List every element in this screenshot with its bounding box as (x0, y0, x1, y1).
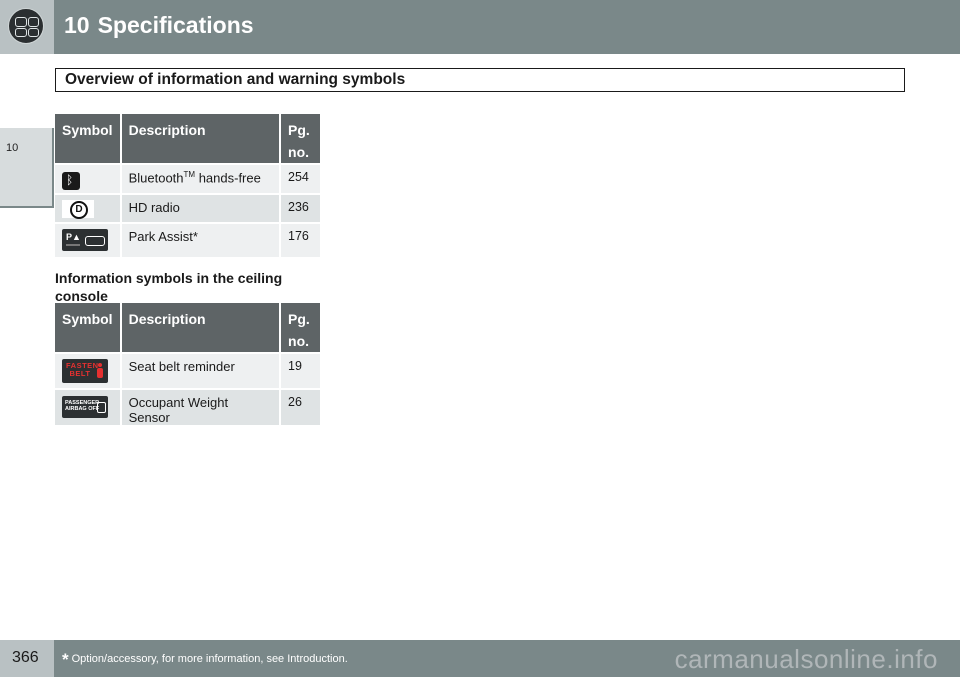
fasten-belt-icon: FASTEN BELT (62, 359, 108, 383)
symbol-cell: FASTEN BELT (55, 354, 122, 390)
section-title-box: Overview of information and warning symb… (55, 68, 905, 92)
asterisk-marker: * (62, 650, 69, 669)
page-number-box: 366 (0, 640, 54, 677)
description-column-header: Description (121, 114, 282, 165)
symbols-table-1: Symbol Description Pg.no. BluetoothTM ha… (55, 114, 320, 259)
side-chapter-tab: 10 (0, 128, 54, 208)
footnote-text: Option/accessory, for more information, … (71, 653, 348, 665)
description-cell: BluetoothTM hands-free (121, 165, 282, 195)
description-cell: Seat belt reminder (121, 354, 282, 390)
ceiling-console-subheading: Information symbols in the ceiling conso… (55, 270, 283, 304)
footnote: * Option/accessory, for more information,… (62, 650, 348, 670)
table-header-row: Symbol Description Pg. no. (55, 114, 320, 165)
section-title: Overview of information and warning symb… (65, 71, 406, 88)
page-number: 366 (12, 649, 39, 666)
chapter-name: Specifications (97, 12, 254, 38)
watermark: carmanualsonline.info (674, 644, 938, 674)
table-row: D HD radio 236 (55, 195, 320, 224)
symbol-column-header: Symbol (55, 114, 122, 165)
page-cell: 236 (281, 195, 320, 224)
side-tab-label: 10 (6, 142, 19, 154)
page-column-header: Pg. no. (281, 303, 320, 354)
description-cell: Occupant Weight Sensor (121, 390, 282, 427)
table-row: FASTEN BELT Seat belt reminder 19 (55, 354, 320, 390)
symbol-cell: D (55, 195, 122, 224)
passenger-airbag-off-icon: PASSENGER AIRBAG OFF (62, 396, 108, 418)
table-row: P▲ Park Assist* 176 (55, 224, 320, 259)
symbol-cell (55, 165, 122, 195)
page-cell: 176 (281, 224, 320, 259)
hd-radio-icon: D (62, 200, 94, 219)
description-cell: HD radio (121, 195, 282, 224)
specifications-chapter-icon (8, 8, 44, 44)
bluetooth-icon (62, 172, 80, 190)
symbol-cell: P▲ (55, 224, 122, 259)
chapter-header: 10 Specifications (0, 0, 960, 54)
page-cell: 254 (281, 165, 320, 195)
page-column-header: Pg. no. (281, 114, 320, 165)
table-row: BluetoothTM hands-free 254 (55, 165, 320, 195)
page-cell: 19 (281, 354, 320, 390)
description-column-header: Description (121, 303, 282, 354)
table-header-row: Symbol Description Pg. no. (55, 303, 320, 354)
chapter-title: 10 Specifications (64, 12, 254, 39)
chapter-badge (0, 0, 54, 54)
chapter-number: 10 (64, 12, 90, 38)
page-cell: 26 (281, 390, 320, 427)
symbol-column-header: Symbol (55, 303, 122, 354)
symbols-table-2: Symbol Description Pg. no. FASTEN BELT Sea… (55, 303, 320, 427)
description-cell: Park Assist* (121, 224, 282, 259)
symbol-cell: PASSENGER AIRBAG OFF (55, 390, 122, 427)
table-row: PASSENGER AIRBAG OFF Occupant Weight Sens… (55, 390, 320, 427)
park-assist-icon: P▲ (62, 229, 108, 251)
